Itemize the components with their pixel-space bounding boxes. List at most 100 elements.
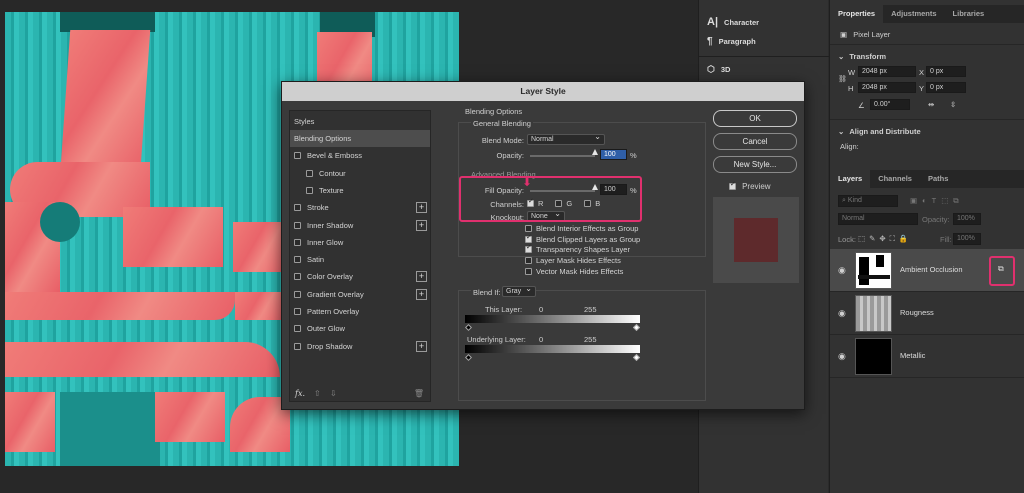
style-item[interactable]: Inner Glow <box>290 234 430 251</box>
style-checkbox[interactable] <box>294 204 301 212</box>
angle-field[interactable]: 0.00° <box>870 99 910 110</box>
x-field[interactable]: 0 px <box>926 66 966 77</box>
option-toggle[interactable]: Transparency Shapes Layer <box>525 243 630 254</box>
ok-button[interactable]: OK <box>713 110 797 127</box>
this-layer-max: 255 <box>584 305 597 314</box>
option-checkbox[interactable] <box>525 233 532 243</box>
add-style-button[interactable]: + <box>416 202 427 214</box>
option-checkbox[interactable] <box>525 243 532 254</box>
style-item[interactable]: Outer Glow <box>290 320 430 337</box>
style-item[interactable]: Blending Options <box>290 130 430 147</box>
style-checkbox[interactable] <box>294 221 301 229</box>
tab-layers[interactable]: Layers <box>830 170 871 188</box>
blending-options-heading: Blending Options <box>465 107 523 116</box>
dock-item-paragraph[interactable]: ¶ Paragraph <box>707 32 756 50</box>
option-checkbox[interactable] <box>525 267 532 275</box>
style-item[interactable]: Satin <box>290 251 430 268</box>
art-shape <box>60 392 160 466</box>
lock-icons[interactable]: ⬚✎✥⛶🔒 <box>858 234 912 244</box>
style-checkbox[interactable] <box>294 290 301 298</box>
option-toggle[interactable]: Blend Clipped Layers as Group <box>525 233 640 244</box>
eye-icon[interactable]: ◉ <box>838 308 846 319</box>
trash-icon[interactable]: 🗑 <box>414 389 424 398</box>
style-item[interactable]: Color Overlay + <box>290 268 430 285</box>
tab-channels[interactable]: Channels <box>870 170 920 188</box>
layer-blend-mode-select[interactable]: Normal <box>838 213 918 225</box>
y-field[interactable]: 0 px <box>926 82 966 93</box>
style-checkbox[interactable] <box>294 342 301 350</box>
layer-row-rougness[interactable]: ◉ Rougness <box>830 292 1024 335</box>
blend-mode-select[interactable]: Normal <box>527 132 605 145</box>
style-item[interactable]: Stroke + <box>290 199 430 216</box>
dialog-title[interactable]: Layer Style <box>282 82 804 101</box>
layer-name: Metallic <box>900 351 926 360</box>
character-icon: A| <box>707 16 719 28</box>
add-style-button[interactable]: + <box>416 271 427 283</box>
filter-icons[interactable]: ▣◐T⬚⧉ <box>910 196 964 206</box>
style-item[interactable]: Texture <box>290 182 430 199</box>
add-style-button[interactable]: + <box>416 219 427 231</box>
option-toggle[interactable]: Blend Interior Effects as Group <box>525 224 638 233</box>
style-checkbox[interactable] <box>294 152 301 160</box>
style-checkbox[interactable] <box>294 238 301 246</box>
opacity-slider[interactable] <box>530 155 595 157</box>
annotation-highlight-effects-badge <box>989 256 1015 286</box>
flip-vertical-icon[interactable]: ⇳ <box>950 100 956 109</box>
style-checkbox[interactable] <box>294 256 301 264</box>
align-section-header[interactable]: ⌄ Align and Distribute <box>838 127 921 136</box>
style-item[interactable]: Bevel & Emboss <box>290 147 430 164</box>
style-checkbox[interactable] <box>306 169 313 177</box>
fx-button[interactable]: fx. <box>295 389 305 398</box>
fill-field[interactable]: 100% <box>953 233 981 245</box>
style-item[interactable]: Gradient Overlay + <box>290 286 430 303</box>
tab-properties[interactable]: Properties <box>830 5 884 23</box>
layer-opacity-field[interactable]: 100% <box>953 213 981 225</box>
layer-row-metallic[interactable]: ◉ Metallic <box>830 335 1024 378</box>
blend-if-select[interactable]: Gray <box>502 284 536 297</box>
style-checkbox[interactable] <box>294 273 301 281</box>
width-field[interactable]: 2048 px <box>858 66 916 77</box>
flip-horizontal-icon[interactable]: ⇹ <box>928 100 934 109</box>
transform-label: Transform <box>849 52 887 61</box>
tab-paths[interactable]: Paths <box>920 170 956 188</box>
cancel-button[interactable]: Cancel <box>713 133 797 150</box>
opacity-slider-thumb[interactable] <box>592 149 598 155</box>
underlying-gradient[interactable] <box>465 345 640 353</box>
add-style-button[interactable]: + <box>416 340 427 352</box>
filter-kind-label: Kind <box>847 197 862 204</box>
preview-toggle[interactable]: Preview <box>729 180 771 191</box>
style-item[interactable]: Pattern Overlay <box>290 303 430 320</box>
eye-icon[interactable]: ◉ <box>838 265 846 276</box>
option-checkbox[interactable] <box>525 257 532 265</box>
layer-name: Rougness <box>900 308 934 317</box>
this-layer-gradient[interactable] <box>465 315 640 323</box>
tab-adjustments[interactable]: Adjustments <box>883 5 944 23</box>
new-style-button[interactable]: New Style... <box>713 156 797 173</box>
style-checkbox[interactable] <box>306 186 313 194</box>
option-toggle[interactable]: Layer Mask Hides Effects <box>525 256 621 265</box>
dock-item-character[interactable]: A| Character <box>707 13 759 31</box>
preview-checkbox[interactable] <box>729 180 736 190</box>
filter-kind-select[interactable]: ⌕ Kind <box>838 195 898 207</box>
dock-item-3d[interactable]: ⬡ 3D <box>707 60 730 78</box>
preview-sample <box>734 218 778 262</box>
add-style-button[interactable]: + <box>416 288 427 300</box>
height-field[interactable]: 2048 px <box>858 82 916 93</box>
style-checkbox[interactable] <box>294 325 301 333</box>
style-item[interactable]: Inner Shadow + <box>290 217 430 234</box>
styles-header[interactable]: Styles <box>290 113 430 130</box>
style-item[interactable]: Contour <box>290 165 430 182</box>
transform-section-header[interactable]: ⌄ Transform <box>838 52 886 61</box>
style-checkbox[interactable] <box>294 308 301 315</box>
image-icon: ▣ <box>840 30 848 39</box>
divider <box>830 44 1024 45</box>
option-toggle[interactable]: Vector Mask Hides Effects <box>525 267 623 276</box>
arrow-down-icon[interactable]: ⇩ <box>330 389 337 398</box>
eye-icon[interactable]: ◉ <box>838 351 846 362</box>
tab-libraries[interactable]: Libraries <box>945 5 993 23</box>
arrow-up-icon[interactable]: ⇧ <box>314 389 321 398</box>
opacity-field[interactable]: 100 <box>600 149 627 160</box>
option-checkbox[interactable] <box>525 225 532 232</box>
style-item[interactable]: Drop Shadow + <box>290 338 430 355</box>
link-icon[interactable]: ⛓ <box>838 75 847 83</box>
